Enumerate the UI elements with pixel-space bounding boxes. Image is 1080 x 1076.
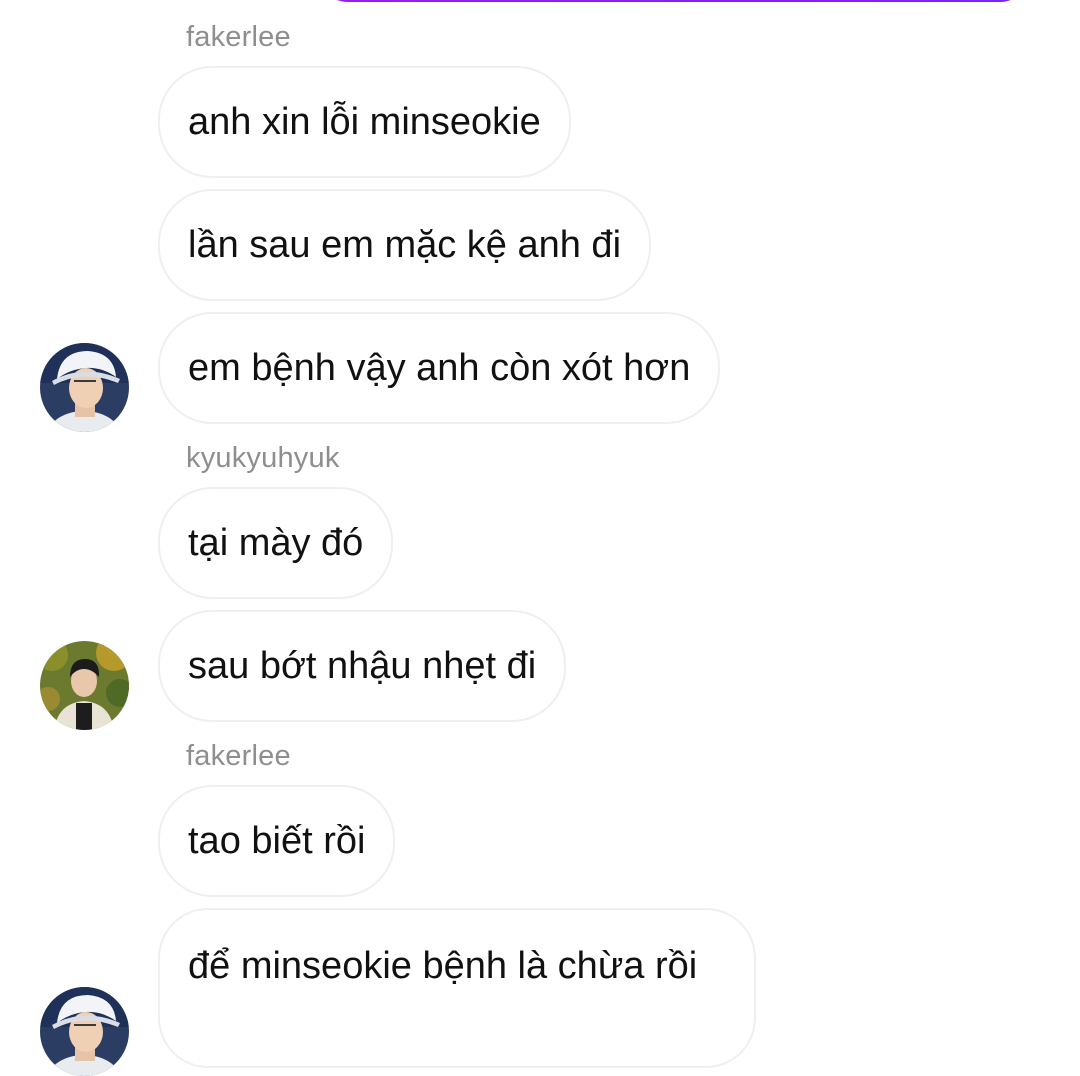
message-text: sau bớt nhậu nhẹt đi xyxy=(188,645,537,687)
avatar-fakerlee[interactable] xyxy=(40,343,129,432)
message-text: tại mày đó xyxy=(188,522,364,564)
message-bubble[interactable]: lần sau em mặc kệ anh đi xyxy=(158,189,652,301)
message-bubble[interactable]: anh xin lỗi minseokie xyxy=(158,66,571,178)
message-bubble[interactable]: sau bớt nhậu nhẹt đi xyxy=(158,610,567,722)
avatar-image xyxy=(40,987,129,1076)
sender-name: fakerlee xyxy=(186,740,291,772)
avatar-image xyxy=(40,343,129,432)
message-text: lần sau em mặc kệ anh đi xyxy=(188,224,622,266)
avatar-fakerlee[interactable] xyxy=(40,987,129,1076)
message-text: anh xin lỗi minseokie xyxy=(188,101,541,143)
message-bubble[interactable]: tao biết rồi xyxy=(158,785,396,897)
message-bubble[interactable]: em bệnh vậy anh còn xót hơn xyxy=(158,312,721,424)
message-text: tao biết rồi xyxy=(188,820,366,862)
message-text: em bệnh vậy anh còn xót hơn xyxy=(188,347,691,389)
avatar-image xyxy=(40,641,129,730)
avatar-kyukyuhyuk[interactable] xyxy=(40,641,129,730)
message-bubble[interactable]: tại mày đó xyxy=(158,487,394,599)
message-bubble[interactable]: để minseokie bệnh là chừa rồi xyxy=(158,908,756,1068)
outgoing-message-bubble-edge[interactable] xyxy=(318,0,1030,2)
sender-name: kyukyuhyuk xyxy=(186,442,340,474)
message-text: để minseokie bệnh là chừa rồi xyxy=(188,945,698,987)
sender-name: fakerlee xyxy=(186,21,291,53)
